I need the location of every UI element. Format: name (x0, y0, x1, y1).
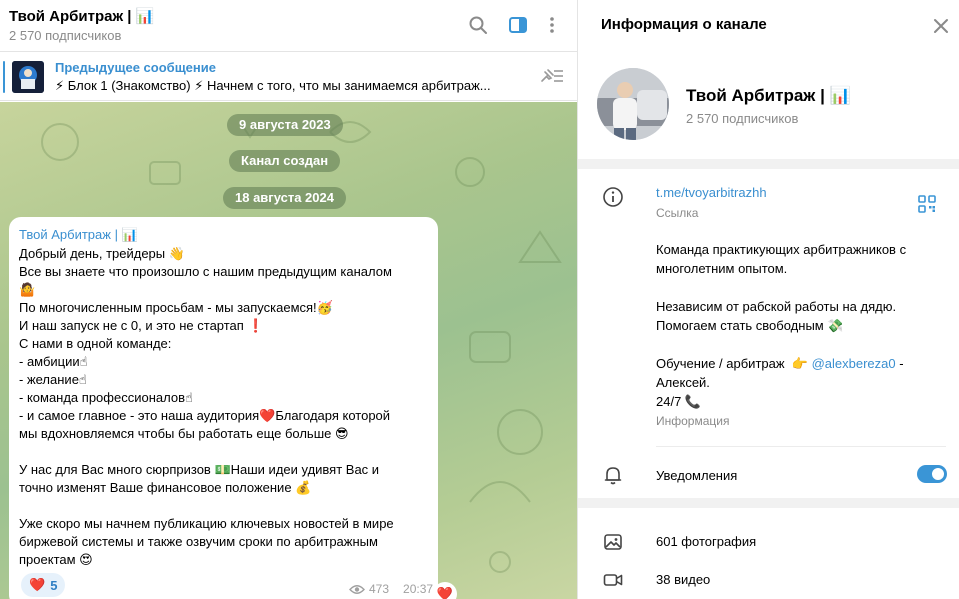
post-meta: 473 20:37 (349, 582, 433, 596)
sidebar-toggle-icon (509, 17, 527, 33)
row-divider (656, 446, 946, 447)
description-label: Информация (656, 414, 730, 428)
post-text-line: С нами в одной команде: (19, 336, 172, 351)
chat-pane: Твой Арбитраж | 📊 2 570 подписчиков Пред… (0, 0, 577, 599)
post-text-line: биржевой системы и также озвучим сроки п… (19, 534, 378, 549)
search-button[interactable] (465, 12, 491, 38)
videos-count[interactable]: 38 видео (656, 572, 710, 587)
search-icon (469, 16, 487, 34)
description-line: Команда практикующих арбитражников с (656, 242, 907, 257)
description-line: Независим от рабской работы на дядю. (656, 299, 897, 314)
channel-description: Команда практикующих арбитражников с мног… (656, 240, 946, 411)
post-text: Добрый день, трейдеры 👋 Все вы знаете что… (19, 245, 429, 569)
description-line: Обучение / арбитраж 👉 @alexbereza0 - (656, 356, 904, 371)
photo-icon (600, 529, 626, 555)
pinned-list-button[interactable] (538, 66, 566, 86)
channel-avatar[interactable] (597, 68, 669, 140)
post-text-line: - и самое главное - это наша аудитория❤️… (19, 408, 391, 423)
description-line (656, 335, 946, 354)
pinned-message-bar[interactable]: Предыдущее сообщение ⚡ Блок 1 (Знакомств… (0, 53, 577, 101)
section-separator (578, 159, 959, 169)
pinned-text: ⚡ Блок 1 (Знакомство) ⚡ Начнем с того, ч… (55, 78, 491, 93)
post-text-line: - команда профессионалов☝ (19, 390, 193, 405)
close-icon (934, 19, 948, 33)
post-text-line: 🤷 (19, 282, 36, 297)
reaction-heart-button[interactable]: ❤️ 5 (21, 573, 66, 597)
info-icon (600, 184, 626, 210)
post-text-line: - желание☝ (19, 372, 87, 387)
views-eye-icon (349, 584, 365, 594)
post-text-line: точно изменят Ваше финансовое положение … (19, 480, 312, 495)
description-line: Алексей. (656, 375, 710, 390)
channel-subscriber-count: 2 570 подписчиков (686, 111, 799, 126)
post-text-line (19, 443, 429, 461)
pinned-title: Предыдущее сообщение (55, 60, 216, 75)
channel-link[interactable]: t.me/tvoyarbitrazhh (656, 185, 767, 200)
channel-info-panel: Информация о канале Твой Арбитраж | 📊 2 … (578, 0, 959, 599)
more-vertical-icon (550, 17, 554, 33)
post-text-line: По многочисленным просьбам - мы запускае… (19, 300, 333, 315)
mention-suffix: - (895, 356, 904, 371)
notifications-label: Уведомления (656, 468, 738, 483)
post-text-line: Добрый день, трейдеры 👋 (19, 246, 185, 261)
pin-list-icon (541, 69, 563, 82)
close-info-button[interactable] (930, 15, 952, 37)
qr-code-icon (918, 195, 936, 213)
toggle-knob (930, 466, 946, 482)
post-author[interactable]: Твой Арбитраж | 📊 (19, 227, 138, 243)
heart-icon: ❤️ (29, 577, 46, 593)
link-label: Ссылка (656, 206, 699, 220)
description-line: 24/7 📞 (656, 394, 702, 409)
notifications-toggle[interactable] (917, 465, 947, 483)
quick-reaction-button[interactable]: ❤️ (433, 582, 457, 599)
pinned-thumbnail (12, 61, 44, 93)
section-separator (578, 498, 959, 508)
channel-post[interactable]: Твой Арбитраж | 📊 Добрый день, трейдеры … (9, 217, 438, 599)
channel-created-notice: Канал создан (229, 150, 341, 172)
date-separator-2023: 9 августа 2023 (227, 114, 343, 136)
author-mention-link[interactable]: @alexbereza0 (812, 356, 896, 371)
view-count: 473 (369, 582, 390, 596)
description-line: многолетним опытом. (656, 261, 788, 276)
qr-code-button[interactable] (916, 193, 938, 215)
bell-icon (600, 462, 626, 488)
info-panel-title: Информация о канале (601, 16, 767, 33)
post-text-line: мы вдохновляемся чтобы бы работать еще б… (19, 426, 349, 441)
post-text-line: - амбиции☝ (19, 354, 88, 369)
post-text-line: проектам 😍 (19, 552, 93, 567)
description-line: Помогаем стать свободным 💸 (656, 318, 844, 333)
reaction-count: 5 (50, 577, 58, 593)
chat-title[interactable]: Твой Арбитраж | 📊 (9, 7, 154, 25)
date-separator-2024: 18 августа 2024 (223, 187, 346, 209)
pinned-indicator (3, 61, 5, 93)
video-icon (600, 567, 626, 593)
post-time: 20:37 (403, 582, 434, 596)
channel-name: Твой Арбитраж | 📊 (686, 86, 851, 105)
more-menu-button[interactable] (539, 12, 565, 38)
photos-count[interactable]: 601 фотография (656, 534, 756, 549)
heart-icon: ❤️ (436, 586, 454, 599)
post-text-line: И наш запуск не с 0, и это не стартап ❗ (19, 318, 264, 333)
post-text-line: У нас для Вас много сюрпризов 💵Наши идеи… (19, 462, 380, 477)
description-line (656, 278, 946, 297)
post-text-line: Все вы знаете что произошло с нашим пред… (19, 264, 392, 279)
post-text-line (19, 497, 429, 515)
chat-subscriber-count: 2 570 подписчиков (9, 28, 122, 43)
toggle-sidebar-button[interactable] (505, 12, 531, 38)
chat-header[interactable]: Твой Арбитраж | 📊 2 570 подписчиков (0, 0, 577, 52)
telegram-window: Твой Арбитраж | 📊 2 570 подписчиков Пред… (0, 0, 959, 599)
post-text-line: Уже скоро мы начнем публикацию ключевых … (19, 516, 394, 531)
